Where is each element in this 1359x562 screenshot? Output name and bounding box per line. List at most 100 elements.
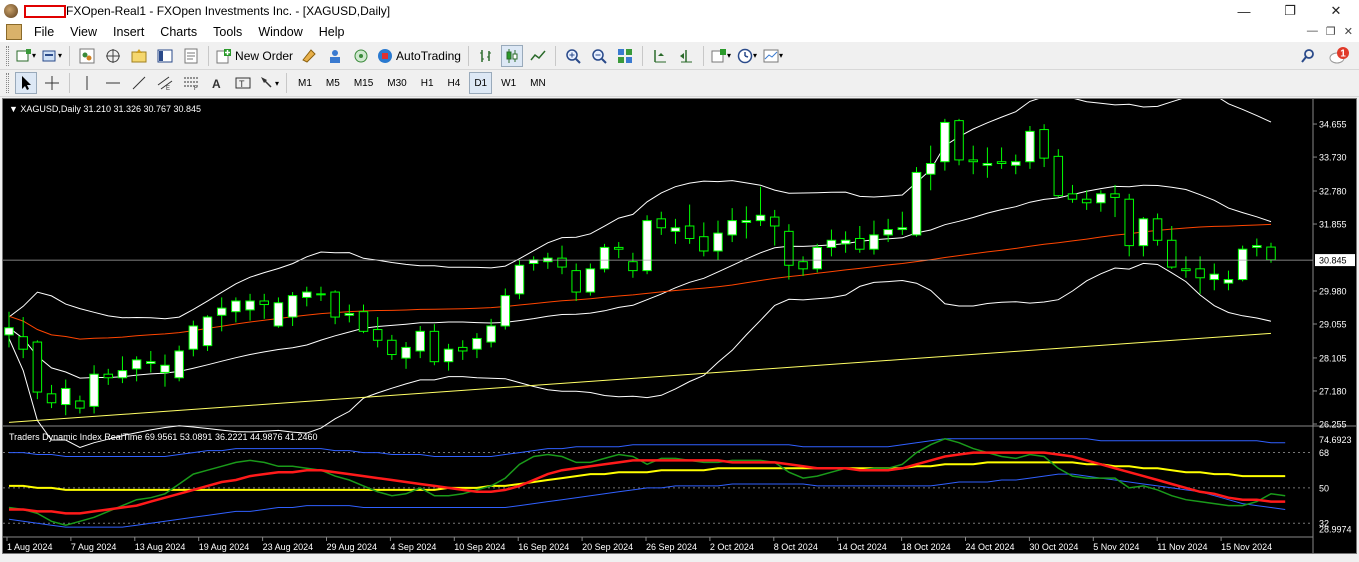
mdi-restore-icon[interactable]: ❐ [1326,25,1336,38]
vertical-line-tool-button[interactable] [76,72,98,94]
candlestick-chart-button[interactable] [500,44,523,67]
text-label-tool-button[interactable]: T [232,72,254,94]
line-chart-button[interactable] [527,45,549,67]
minimize-button[interactable]: — [1221,0,1267,22]
indicators-button[interactable]: ▾ [710,45,732,67]
bullish-candle [131,359,142,370]
bullish-candle [925,162,936,175]
menu-insert[interactable]: Insert [105,25,152,39]
menu-view[interactable]: View [62,25,105,39]
price-tick-label: 29.055 [1319,320,1347,330]
bullish-candle [160,364,170,373]
auto-scroll-button[interactable] [675,45,697,67]
search-icon[interactable] [1297,45,1319,67]
bearish-candle [996,161,1007,164]
templates-button[interactable]: ▾ [762,45,784,67]
chart-shift-button[interactable] [649,45,671,67]
bullish-candle [316,293,326,296]
date-tick-label: 24 Oct 2024 [966,542,1015,552]
bearish-candle [699,236,709,252]
menu-file[interactable]: File [26,25,62,39]
menu-window[interactable]: Window [250,25,310,39]
market-watch-icon[interactable] [76,45,98,67]
fibonacci-tool-button[interactable]: F [180,72,202,94]
trendline-tool-button[interactable] [128,72,150,94]
restore-button[interactable]: ❐ [1267,0,1313,22]
menu-tools[interactable]: Tools [205,25,250,39]
tile-windows-button[interactable] [614,45,636,67]
experts-icon[interactable] [324,45,346,67]
menu-charts[interactable]: Charts [152,25,205,39]
price-chart[interactable]: 34.655 33.730 32.780 31.855 30.845 29.980 29.0… [3,93,1356,553]
date-tick-label: 26 Sep 2024 [646,542,697,552]
bearish-candle [1039,129,1049,159]
new-order-button[interactable]: New Order [215,45,294,67]
window-title: FXOpen-Real1 - FXOpen Investments Inc. -… [66,4,391,18]
notifications-icon[interactable]: 1 [1327,45,1351,67]
bearish-candle [429,330,440,363]
text-tool-button[interactable]: A [206,72,228,94]
auto-trading-button[interactable]: AutoTrading [376,45,462,67]
date-tick-label: 29 Aug 2024 [327,542,378,552]
zoom-out-button[interactable] [588,45,610,67]
timeframe-d1[interactable]: D1 [469,72,493,94]
bullish-candle [869,234,879,250]
cursor-tool-button[interactable] [15,72,37,94]
arrows-tool-button[interactable]: ▾ [258,72,280,94]
periodicity-button[interactable]: ▾ [736,45,758,67]
date-tick-label: 23 Aug 2024 [263,542,314,552]
svg-text:E: E [166,86,170,91]
bearish-candle [1110,193,1120,198]
standard-toolbar: ▾ ▾ New Order AutoTrading ▾ ▾ ▾ 1 [0,42,1359,70]
strategy-tester-icon[interactable] [180,45,202,67]
bullish-candle [911,171,922,236]
bearish-candle [968,159,978,163]
bearish-candle [259,300,269,306]
mdi-minimize-icon[interactable]: — [1307,25,1318,38]
toolbar-grip-2[interactable] [6,73,9,93]
equidistant-channel-tool-button[interactable]: E [154,72,176,94]
toolbar-grip[interactable] [6,45,9,66]
bullish-candle [4,327,14,336]
metaeditor-icon[interactable] [298,45,320,67]
chart-window-icon[interactable] [6,24,22,40]
timeframe-mn[interactable]: MN [525,72,551,94]
timeframe-h1[interactable]: H1 [416,72,439,94]
terminal-icon[interactable] [154,45,176,67]
zoom-in-button[interactable] [562,45,584,67]
chart-window[interactable]: 34.655 33.730 32.780 31.855 30.845 29.980 29.0… [2,93,1357,554]
signals-icon[interactable] [350,45,372,67]
data-window-icon[interactable] [102,45,124,67]
bearish-candle [571,270,581,293]
bearish-candle [32,341,43,393]
menu-help[interactable]: Help [311,25,353,39]
new-chart-button[interactable]: ▾ [15,45,37,67]
date-tick-label: 16 Sep 2024 [518,542,569,552]
bearish-candle [656,218,667,229]
timeframe-w1[interactable]: W1 [496,72,521,94]
price-tick-label: 29.980 [1319,286,1347,296]
close-button[interactable]: ✕ [1313,0,1359,22]
timeframe-m15[interactable]: M15 [349,72,378,94]
profiles-button[interactable]: ▾ [41,45,63,67]
timeframe-m1[interactable]: M1 [293,72,317,94]
bearish-candle [1266,246,1276,261]
bearish-candle [1166,239,1177,268]
bollinger-lower-band [8,262,1272,449]
horizontal-line-tool-button[interactable] [102,72,124,94]
crosshair-tool-button[interactable] [41,72,63,94]
current-price-label: 30.845 [1319,256,1347,266]
bullish-candle [883,229,893,236]
navigator-icon[interactable] [128,45,150,67]
svg-text:F: F [194,86,198,91]
bearish-candle [387,339,397,356]
bar-chart-button[interactable] [475,45,497,67]
timeframe-m5[interactable]: M5 [321,72,345,94]
timeframe-m30[interactable]: M30 [382,72,411,94]
date-tick-label: 2 Oct 2024 [710,542,754,552]
timeframe-h4[interactable]: H4 [443,72,466,94]
app-icon[interactable] [4,4,18,18]
moving-average-slow [8,332,1272,423]
mdi-close-icon[interactable]: ✕ [1344,25,1353,38]
date-tick-label: 11 Nov 2024 [1157,542,1207,552]
